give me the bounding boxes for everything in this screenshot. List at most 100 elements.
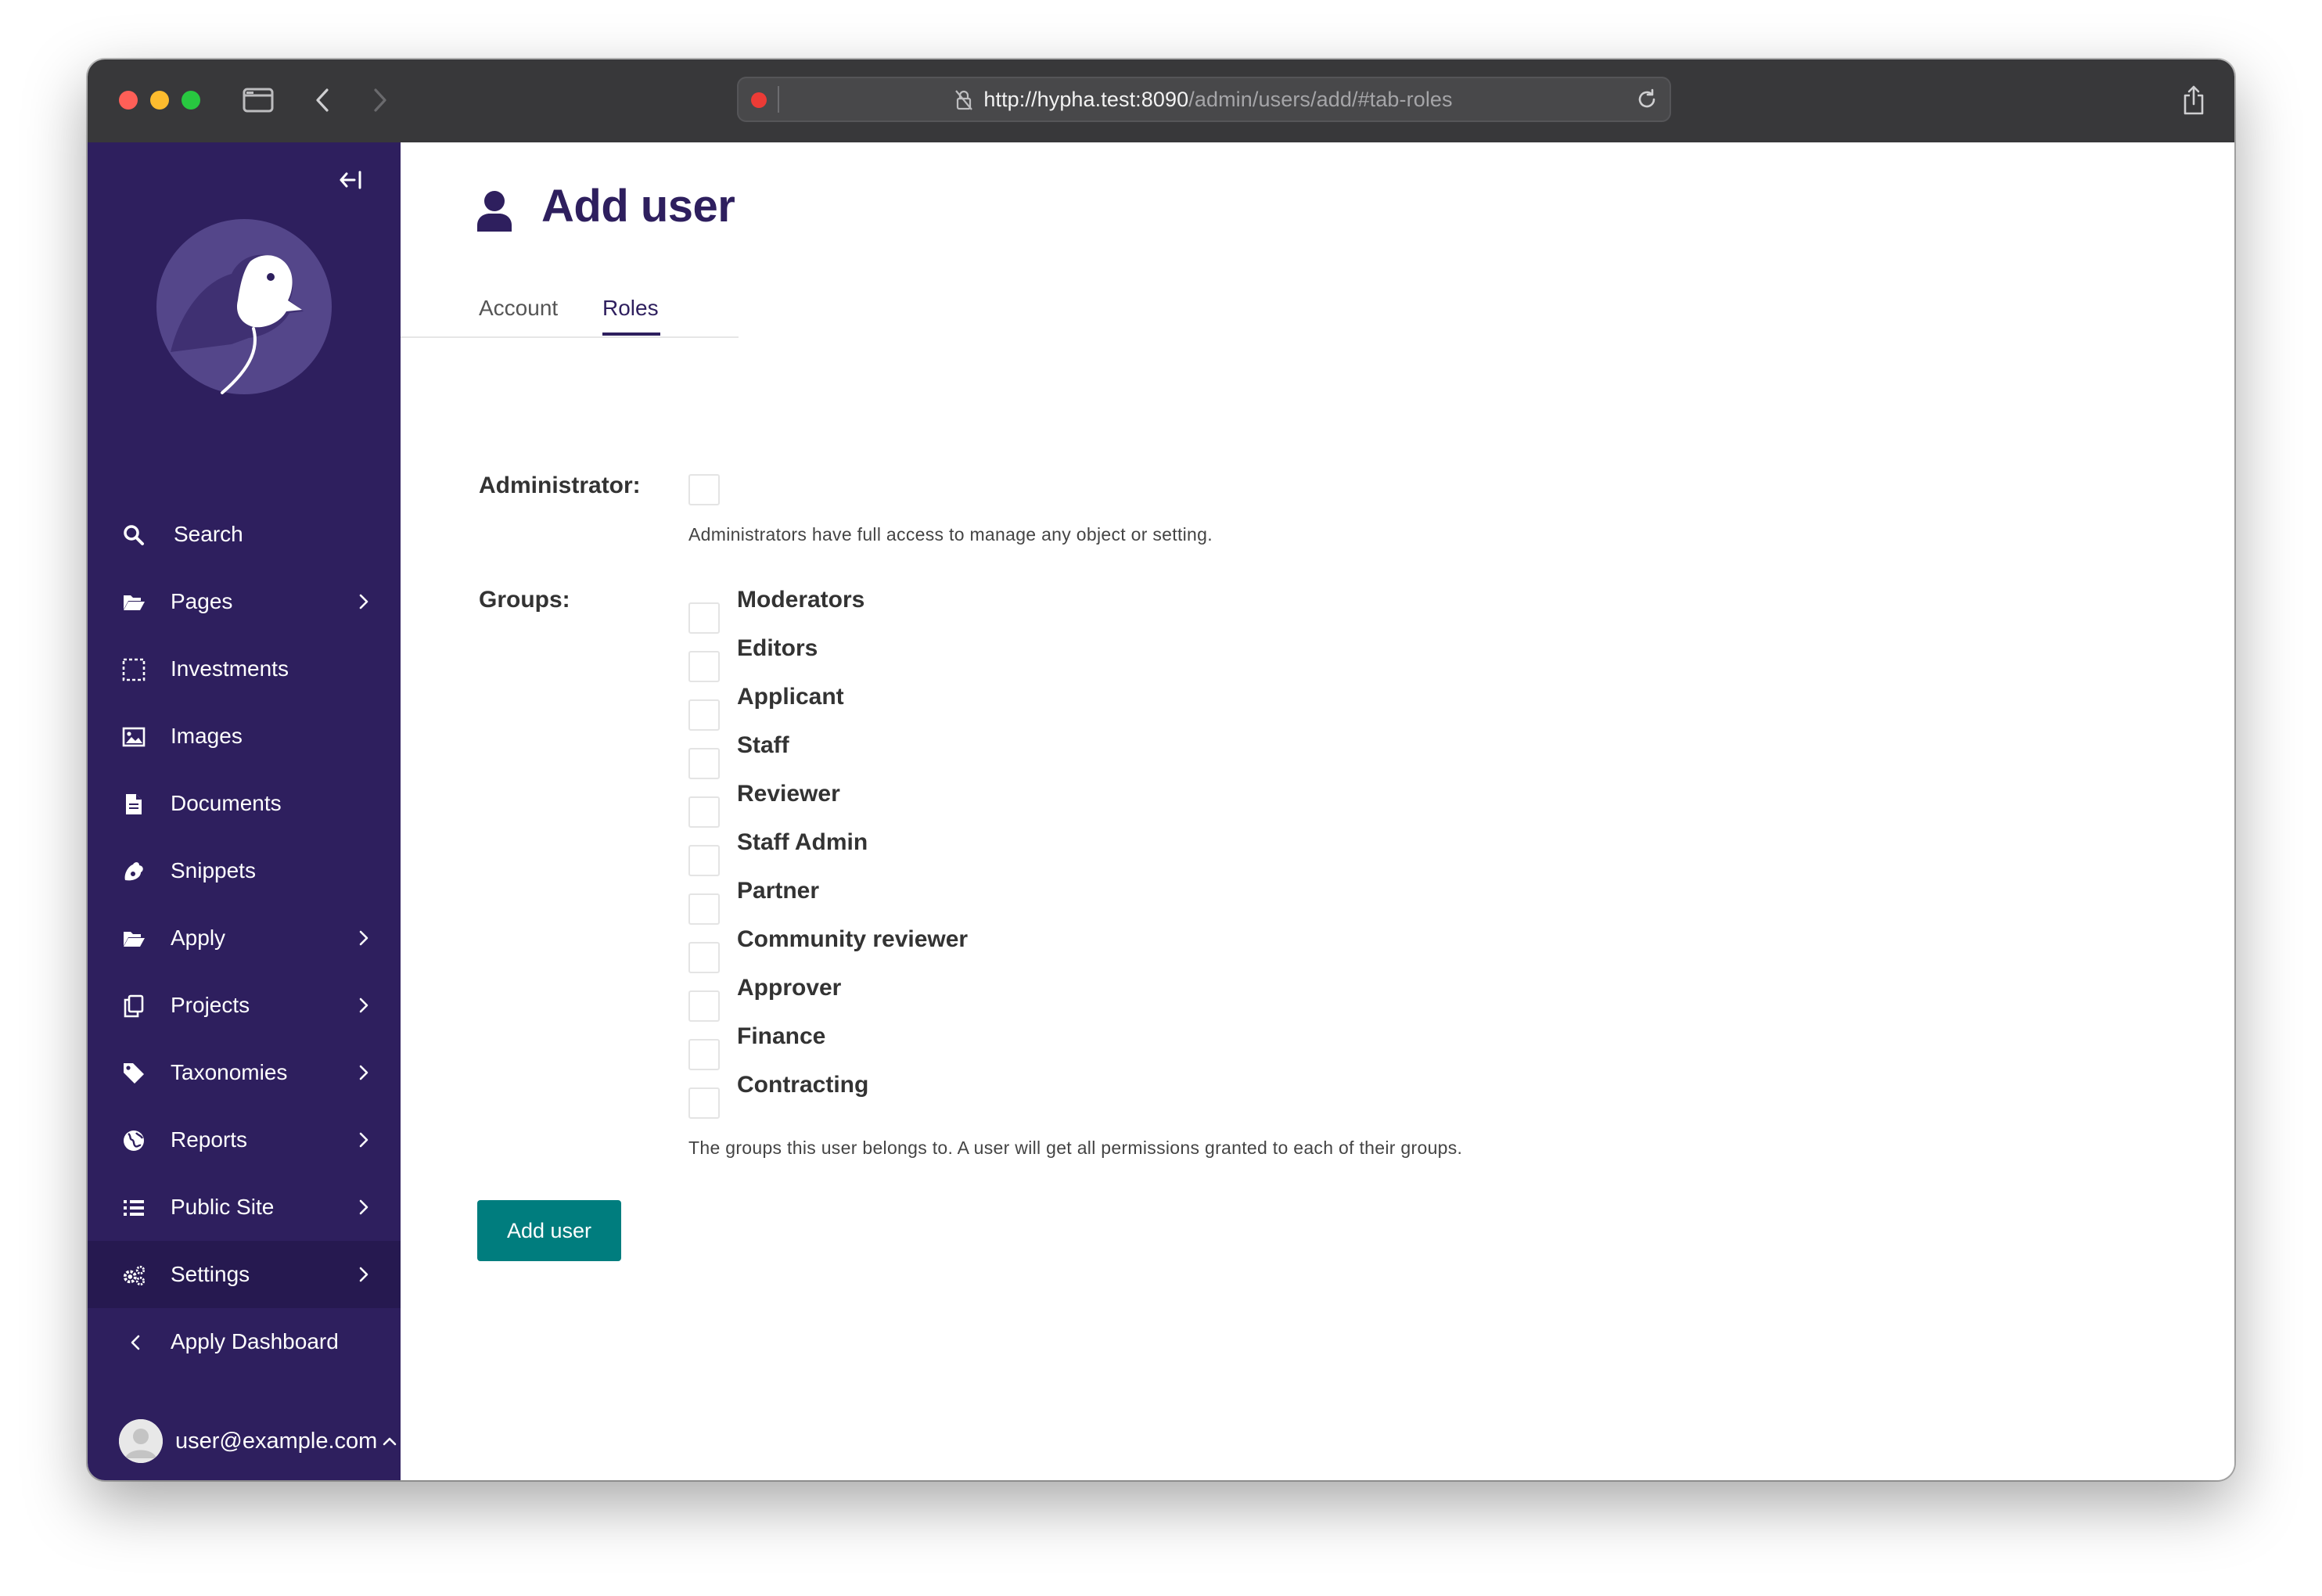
group-checkbox-partner[interactable]	[688, 893, 720, 925]
search-icon	[122, 523, 146, 547]
chevron-right-icon	[359, 1065, 368, 1080]
folder-open-icon	[122, 927, 146, 951]
page-title: Add user	[541, 181, 735, 232]
user-email: user@example.com	[175, 1428, 378, 1454]
add-user-button[interactable]: Add user	[477, 1200, 621, 1261]
group-checkbox-editors[interactable]	[688, 651, 720, 682]
group-label-contracting: Contracting	[737, 1072, 869, 1098]
globe-icon	[122, 1129, 146, 1152]
group-label-approver: Approver	[737, 975, 842, 1001]
group-checkbox-community-reviewer[interactable]	[688, 942, 720, 973]
url-path: /admin/users/add/#tab-roles	[1188, 88, 1453, 111]
image-icon	[122, 725, 146, 749]
active-tab-indicator	[602, 332, 660, 336]
sidebar-item-public-site[interactable]: Public Site	[88, 1174, 401, 1241]
group-checkbox-staff-admin[interactable]	[688, 845, 720, 876]
account-menu[interactable]: user@example.com	[119, 1419, 401, 1463]
url-host: http://hypha.test:8090	[983, 88, 1189, 111]
minimize-window-button[interactable]	[150, 91, 169, 110]
dashed-square-icon	[122, 658, 146, 681]
sidebar-item-label: Taxonomies	[171, 1060, 288, 1084]
group-checkbox-applicant[interactable]	[688, 699, 720, 731]
sidebar-item-label: Documents	[171, 791, 282, 815]
sidebar-toggle-icon[interactable]	[241, 81, 275, 119]
sidebar-item-label: Snippets	[171, 858, 256, 882]
sidebar-item-label: Search	[174, 522, 243, 546]
chevron-right-icon	[359, 1132, 368, 1148]
sidebar-item-label: Public Site	[171, 1195, 275, 1219]
sidebar-item-settings[interactable]: Settings	[88, 1241, 401, 1308]
groups-label: Groups:	[479, 587, 570, 613]
sidebar-item-label: Images	[171, 724, 243, 748]
browser-window: http://hypha.test:8090/admin/users/add/#…	[88, 59, 2234, 1480]
group-label-moderators: Moderators	[737, 587, 865, 613]
chevron-right-icon	[359, 1199, 368, 1215]
zoom-window-button[interactable]	[182, 91, 200, 110]
group-checkbox-approver[interactable]	[688, 990, 720, 1022]
sidebar-item-label: Settings	[171, 1262, 250, 1286]
chevron-right-icon	[359, 1267, 368, 1282]
tag-icon	[122, 1062, 146, 1085]
list-icon	[122, 1196, 146, 1220]
copy-icon	[122, 994, 146, 1018]
reload-icon[interactable]	[1635, 88, 1659, 111]
address-bar[interactable]: http://hypha.test:8090/admin/users/add/#…	[737, 77, 1671, 122]
group-checkbox-moderators[interactable]	[688, 602, 720, 634]
group-checkbox-finance[interactable]	[688, 1039, 720, 1070]
sidebar-item-label: Pages	[171, 589, 233, 613]
main-content: Add user Account Roles Administrator: Ad…	[401, 142, 2234, 1480]
chevron-left-icon	[124, 1331, 147, 1354]
cogs-icon	[122, 1264, 146, 1287]
sidebar-item-documents[interactable]: Documents	[88, 770, 401, 837]
sidebar-item-projects[interactable]: Projects	[88, 972, 401, 1039]
administrator-label: Administrator:	[479, 473, 641, 498]
avatar	[119, 1419, 163, 1463]
group-checkbox-staff[interactable]	[688, 748, 720, 779]
forward-arrow-icon[interactable]	[365, 81, 396, 119]
group-checkbox-contracting[interactable]	[688, 1087, 720, 1119]
collapse-sidebar-icon[interactable]	[335, 164, 366, 196]
sidebar-item-images[interactable]: Images	[88, 703, 401, 770]
puzzle-icon	[122, 860, 146, 883]
insecure-lock-icon	[955, 90, 973, 110]
sidebar-nav: Search Pages Investments Images Document…	[88, 501, 401, 1375]
sidebar-item-snippets[interactable]: Snippets	[88, 837, 401, 904]
group-label-staff-admin: Staff Admin	[737, 829, 868, 855]
group-label-reviewer: Reviewer	[737, 781, 840, 807]
share-icon[interactable]	[2178, 81, 2209, 119]
wagtail-logo-icon	[156, 219, 332, 394]
chevron-right-icon	[359, 594, 368, 609]
document-icon	[122, 793, 146, 816]
tab-roles[interactable]: Roles	[602, 296, 659, 321]
browser-toolbar: http://hypha.test:8090/admin/users/add/#…	[88, 59, 2234, 144]
sidebar-item-label: Reports	[171, 1127, 248, 1152]
url-text: http://hypha.test:8090/admin/users/add/#…	[737, 88, 1671, 112]
sidebar-item-reports[interactable]: Reports	[88, 1106, 401, 1174]
folder-open-icon	[122, 591, 146, 614]
sidebar-item-label: Investments	[171, 656, 289, 681]
administrator-help-text: Administrators have full access to manag…	[688, 524, 1213, 545]
sidebar-item-label: Apply	[171, 926, 226, 950]
sidebar-item-search[interactable]: Search	[88, 501, 401, 568]
user-icon	[477, 191, 512, 232]
back-arrow-icon[interactable]	[307, 81, 338, 119]
sidebar: Search Pages Investments Images Document…	[88, 142, 401, 1480]
sidebar-item-label: Projects	[171, 993, 250, 1017]
chevron-right-icon	[359, 998, 368, 1013]
sidebar-item-apply[interactable]: Apply	[88, 904, 401, 972]
group-label-community-reviewer: Community reviewer	[737, 926, 969, 952]
sidebar-item-taxonomies[interactable]: Taxonomies	[88, 1039, 401, 1106]
administrator-checkbox[interactable]	[688, 474, 720, 505]
sidebar-item-pages[interactable]: Pages	[88, 568, 401, 635]
group-label-editors: Editors	[737, 635, 818, 661]
sidebar-item-label: Apply Dashboard	[171, 1329, 339, 1353]
groups-help-text: The groups this user belongs to. A user …	[688, 1138, 1463, 1158]
tab-account[interactable]: Account	[479, 296, 558, 321]
close-window-button[interactable]	[119, 91, 138, 110]
group-label-finance: Finance	[737, 1023, 826, 1049]
sidebar-item-apply-dashboard[interactable]: Apply Dashboard	[88, 1308, 401, 1375]
sidebar-item-investments[interactable]: Investments	[88, 635, 401, 703]
tab-bar: Account Roles	[401, 282, 739, 338]
group-checkbox-reviewer[interactable]	[688, 796, 720, 828]
group-label-partner: Partner	[737, 878, 820, 904]
